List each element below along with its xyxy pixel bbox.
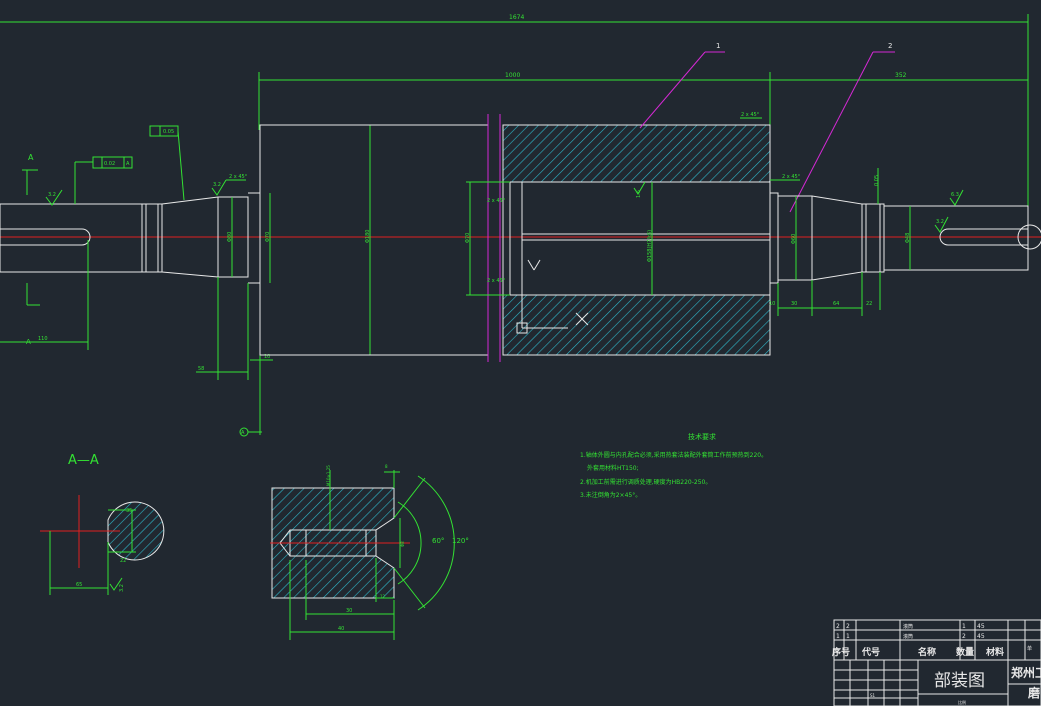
notes-line-1: 1.轴体外圆与内孔配合必须,采用热套法装配外套筒工作前预热到220。 <box>580 451 767 459</box>
tb-row1-name: 滚筒 <box>903 633 913 640</box>
chamfer-a-label: 2 x 45° <box>229 174 248 180</box>
dim-d-bore: Φ70 <box>465 233 471 243</box>
roller-body-left <box>259 124 489 356</box>
section-label-a-top: A <box>28 153 34 162</box>
flatness-value: 0.05 <box>163 129 174 135</box>
notes-line-2: 外套用材料HT150; <box>587 464 639 472</box>
roughness-1-value: 3.2 <box>48 192 56 198</box>
tb-header-extra: 单 <box>1027 645 1032 652</box>
tb-row2-mat: 45 <box>977 623 985 630</box>
section-aa-key: 22 <box>120 558 126 564</box>
left-bottom-dimension-lines <box>196 277 273 435</box>
hatched-sleeve <box>502 124 771 356</box>
gdt-value: 0.02 <box>104 161 115 167</box>
tb-row1-mat: 45 <box>977 633 985 640</box>
dim-d1: Φ80 <box>227 232 233 242</box>
detail-dim-30: 30 <box>346 608 352 614</box>
section-marker-a-top <box>22 169 38 195</box>
dim-right-span: 352 <box>895 72 907 79</box>
tb-header-mat: 材料 <box>985 646 1004 658</box>
title-block <box>833 619 1041 706</box>
tb-row2-no: 2 <box>836 623 840 630</box>
detail-dim-40: 40 <box>338 626 344 632</box>
tb-row2-name: 滚筒 <box>903 623 913 630</box>
tb-row1-no: 1 <box>836 633 840 640</box>
dim-total-length: 1674 <box>509 14 524 21</box>
section-aa-title: A—A <box>68 453 99 468</box>
roughness-3-value: 6.3 <box>951 192 959 198</box>
right-dimension-lines <box>777 168 911 316</box>
chamfer-e-label: 2 x 45° <box>782 174 801 180</box>
datum-a-label: A <box>241 430 245 436</box>
notes-line-3: 2.机加工前需进行调质处理,硬度为HB220-250。 <box>580 478 711 486</box>
detail-view <box>270 470 455 640</box>
dim-10b: 10 <box>769 301 775 307</box>
left-diameter-dimension-lines <box>231 125 371 355</box>
detail-angle-60: 60° <box>432 537 444 545</box>
dim-roller-length: 1000 <box>505 72 520 79</box>
section-aa-roughness: 3.2 <box>119 584 125 592</box>
chamfer-b-label: 2 x 45° <box>487 198 506 204</box>
section-marker-a-bottom <box>26 283 40 306</box>
section-aa-height: 35 <box>126 508 132 514</box>
tb-row1-qty: 2 <box>962 633 966 640</box>
dim-d-right2: Φ48 <box>905 233 911 243</box>
roughness-2-value: 3.2 <box>213 182 221 188</box>
tb-row1-code: 1 <box>846 633 850 640</box>
dim-d-right1: Φ60 <box>791 234 797 244</box>
tb-header-name: 名称 <box>918 646 936 658</box>
tb-small-1: S1 <box>870 693 876 698</box>
balloon-1: 1 <box>716 42 720 50</box>
balloon-2: 2 <box>888 42 892 50</box>
break-lines <box>487 114 501 362</box>
gdt-datum: A <box>126 161 130 167</box>
dim-64: 64 <box>833 301 839 307</box>
tb-row2-code: 2 <box>846 623 850 630</box>
chamfer-c-label: 2 x 45° <box>487 278 506 284</box>
tb-row2-qty: 1 <box>962 623 966 630</box>
notes-title: 技术要求 <box>688 432 716 441</box>
detail-dim-top: M10×1.25 <box>326 465 331 486</box>
section-aa-width: 65 <box>76 582 82 588</box>
tb-company: 郑州工 <box>1011 665 1041 680</box>
chamfer-d-label: 2 x 45° <box>741 112 760 118</box>
detail-angle-120: 120° <box>452 537 469 545</box>
left-shaft <box>0 192 261 284</box>
roughness-6-value: 1.6 <box>636 190 642 198</box>
tb-drawing-title: 部装图 <box>934 671 985 691</box>
dim-inner-fit: Φ158(H7/k6) <box>647 230 653 262</box>
detail-dim-8: 8 <box>385 464 388 469</box>
tol-small: 0.05 <box>874 175 880 186</box>
dim-30: 30 <box>791 301 797 307</box>
detail-dim-right: Φ8 <box>400 541 405 547</box>
balloon-leader-2 <box>789 51 895 213</box>
dim-22: 22 <box>866 301 872 307</box>
section-aa-view <box>40 495 165 595</box>
flatness-frame <box>149 125 185 201</box>
cad-drawing-canvas[interactable]: 1674 1000 352 A A 110 0.02 A 0.05 3.2 3.… <box>0 0 1041 706</box>
notes-line-4: 3.未注倒角为2×45°。 <box>580 491 641 499</box>
tb-header-no: 序号 <box>832 646 850 658</box>
dim-d-roller: Φ180 <box>365 230 371 243</box>
dim-58: 58 <box>198 366 204 372</box>
tb-company-2: 磨 <box>1027 685 1040 700</box>
balloon-leader-1 <box>639 51 725 129</box>
tb-header-qty: 数量 <box>956 646 974 658</box>
detail-dim-12: 12 <box>380 594 386 599</box>
tb-header-code: 代号 <box>861 646 880 658</box>
tb-small-2: 比例 <box>958 699 966 705</box>
roughness-4-value: 3.2 <box>936 219 944 225</box>
dim-d2: Φ70 <box>265 232 271 242</box>
dim-left-span: 110 <box>38 336 48 342</box>
